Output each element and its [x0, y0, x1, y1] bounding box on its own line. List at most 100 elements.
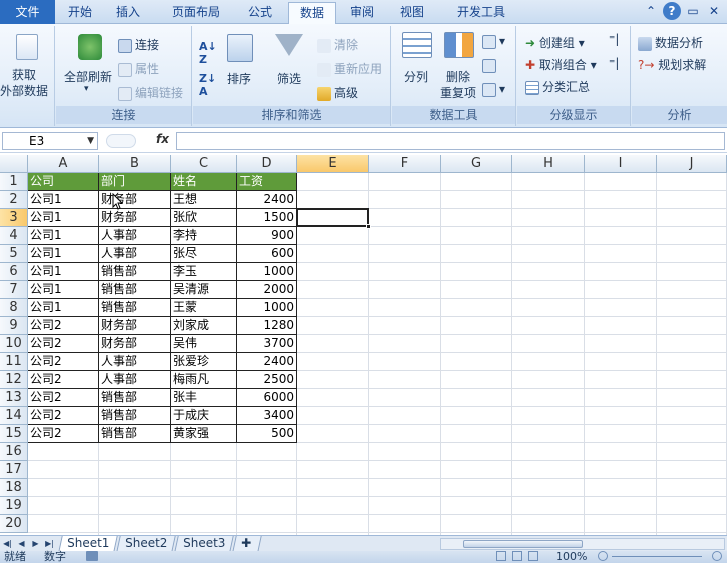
- zoom-level[interactable]: 100%: [556, 551, 587, 563]
- table-cell[interactable]: 财务部: [99, 335, 171, 353]
- row-header-6[interactable]: 6: [0, 263, 28, 281]
- clear-button[interactable]: 清除: [317, 36, 358, 53]
- select-all-corner[interactable]: [0, 155, 28, 173]
- table-cell[interactable]: 销售部: [99, 425, 171, 443]
- table-cell[interactable]: 销售部: [99, 263, 171, 281]
- tab-data[interactable]: 数据: [288, 2, 336, 25]
- row-header-13[interactable]: 13: [0, 389, 28, 407]
- ungroup-button[interactable]: ✚ 取消组合 ▾: [525, 56, 597, 73]
- advanced-filter-button[interactable]: 高级: [317, 84, 358, 101]
- table-cell[interactable]: 公司2: [28, 335, 99, 353]
- table-cell[interactable]: 公司1: [28, 227, 99, 245]
- hide-detail-icon[interactable]: ⁼|: [609, 56, 619, 70]
- refresh-all-button[interactable]: 全部刷新: [64, 68, 112, 85]
- column-header-f[interactable]: F: [369, 155, 441, 173]
- column-header-a[interactable]: A: [28, 155, 99, 173]
- zoom-out-icon[interactable]: [598, 551, 608, 561]
- column-header-h[interactable]: H: [512, 155, 585, 173]
- table-cell[interactable]: 公司2: [28, 425, 99, 443]
- table-cell[interactable]: 财务部: [99, 317, 171, 335]
- name-box-dropdown-icon[interactable]: ▼: [87, 133, 94, 149]
- table-cell[interactable]: 公司2: [28, 371, 99, 389]
- connections-button[interactable]: 连接: [118, 36, 159, 53]
- row-header-18[interactable]: 18: [0, 479, 28, 497]
- row-header-1[interactable]: 1: [0, 173, 28, 191]
- table-header-cell[interactable]: 姓名: [171, 173, 237, 191]
- column-header-e[interactable]: E: [297, 155, 369, 173]
- row-header-7[interactable]: 7: [0, 281, 28, 299]
- table-cell[interactable]: 吴清源: [171, 281, 237, 299]
- column-header-c[interactable]: C: [171, 155, 237, 173]
- data-validation-icon[interactable]: ▾: [482, 34, 505, 49]
- active-cell-selection[interactable]: [296, 208, 369, 227]
- remove-duplicates-button[interactable]: 删除: [446, 68, 470, 85]
- table-cell[interactable]: 公司2: [28, 389, 99, 407]
- table-cell[interactable]: 公司2: [28, 317, 99, 335]
- row-header-9[interactable]: 9: [0, 317, 28, 335]
- table-cell[interactable]: 张爱珍: [171, 353, 237, 371]
- page-break-view-icon[interactable]: [528, 551, 538, 561]
- table-cell[interactable]: 梅雨凡: [171, 371, 237, 389]
- table-cell[interactable]: 公司2: [28, 407, 99, 425]
- next-sheet-icon[interactable]: ▶: [30, 537, 41, 550]
- table-cell[interactable]: 销售部: [99, 407, 171, 425]
- row-header-19[interactable]: 19: [0, 497, 28, 515]
- subtotal-button[interactable]: 分类汇总: [525, 78, 590, 95]
- page-layout-view-icon[interactable]: [512, 551, 522, 561]
- table-cell[interactable]: 3700: [237, 335, 297, 353]
- table-cell[interactable]: 500: [237, 425, 297, 443]
- row-header-20[interactable]: 20: [0, 515, 28, 533]
- column-header-b[interactable]: B: [99, 155, 171, 173]
- table-cell[interactable]: 财务部: [99, 209, 171, 227]
- row-header-17[interactable]: 17: [0, 461, 28, 479]
- table-cell[interactable]: 张丰: [171, 389, 237, 407]
- worksheet-grid[interactable]: A B C D E F G H I J 1 2 3 4 5 6 7 8 9 10 11 12 13 14 15 16 17 18 19 2…: [0, 155, 727, 535]
- row-header-14[interactable]: 14: [0, 407, 28, 425]
- table-cell[interactable]: 销售部: [99, 281, 171, 299]
- tab-home[interactable]: 开始: [60, 2, 100, 24]
- table-cell[interactable]: 公司2: [28, 353, 99, 371]
- help-icon[interactable]: ?: [663, 2, 681, 20]
- restore-icon[interactable]: ▭: [684, 2, 702, 20]
- table-cell[interactable]: 人事部: [99, 353, 171, 371]
- remove-duplicates-button-2[interactable]: 重复项: [440, 84, 476, 101]
- tab-page-layout[interactable]: 页面布局: [160, 2, 232, 24]
- close-icon[interactable]: ✕: [705, 2, 723, 20]
- edit-links-button[interactable]: 编辑链接: [118, 84, 183, 101]
- table-cell[interactable]: 人事部: [99, 245, 171, 263]
- insert-sheet-button[interactable]: ✚: [232, 536, 262, 552]
- zoom-in-icon[interactable]: [712, 551, 722, 561]
- sheet-tab-sheet2[interactable]: Sheet2: [116, 536, 177, 552]
- group-button[interactable]: ➜ 创建组 ▾: [525, 34, 585, 51]
- table-cell[interactable]: 张尽: [171, 245, 237, 263]
- reapply-button[interactable]: 重新应用: [317, 60, 382, 77]
- table-cell[interactable]: 1000: [237, 299, 297, 317]
- last-sheet-icon[interactable]: ▶|: [44, 537, 55, 550]
- tab-view[interactable]: 视图: [392, 2, 432, 24]
- table-cell[interactable]: 公司1: [28, 191, 99, 209]
- properties-button[interactable]: 属性: [118, 60, 159, 77]
- table-cell[interactable]: 900: [237, 227, 297, 245]
- sheet-tab-sheet1[interactable]: Sheet1: [58, 536, 119, 552]
- row-header-10[interactable]: 10: [0, 335, 28, 353]
- get-external-data-label-1[interactable]: 获取: [12, 66, 36, 83]
- table-cell[interactable]: 黄家强: [171, 425, 237, 443]
- table-cell[interactable]: 于成庆: [171, 407, 237, 425]
- table-cell[interactable]: 王蒙: [171, 299, 237, 317]
- table-cell[interactable]: 2000: [237, 281, 297, 299]
- table-cell[interactable]: 2400: [237, 353, 297, 371]
- tab-developer[interactable]: 开发工具: [446, 2, 516, 24]
- text-to-columns-button[interactable]: 分列: [404, 68, 428, 85]
- normal-view-icon[interactable]: [496, 551, 506, 561]
- table-cell[interactable]: 1500: [237, 209, 297, 227]
- row-header-2[interactable]: 2: [0, 191, 28, 209]
- row-header-16[interactable]: 16: [0, 443, 28, 461]
- table-header-cell[interactable]: 部门: [99, 173, 171, 191]
- table-cell[interactable]: 600: [237, 245, 297, 263]
- refresh-dropdown-icon[interactable]: ▾: [84, 84, 89, 94]
- formula-input[interactable]: [176, 132, 725, 150]
- table-cell[interactable]: 公司1: [28, 281, 99, 299]
- table-cell[interactable]: 吴伟: [171, 335, 237, 353]
- fill-handle[interactable]: [366, 224, 371, 229]
- table-cell[interactable]: 1000: [237, 263, 297, 281]
